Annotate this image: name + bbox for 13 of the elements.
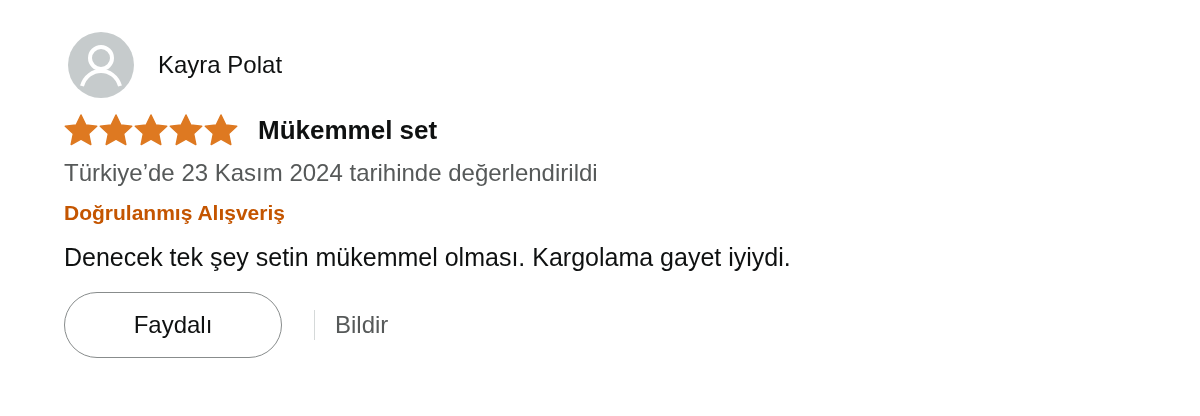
avatar-icon (68, 32, 134, 98)
verified-purchase-label: Doğrulanmış Alışveriş (64, 201, 286, 225)
reviewer-name: Kayra Polat (158, 51, 283, 79)
star-icon (169, 114, 203, 146)
review-title: Mükemmel set (258, 114, 438, 146)
review-text: Denecek tek şey setin mükemmel olması. Kargolama gayet iyiydi. (64, 243, 792, 272)
helpful-button[interactable]: Faydalı (64, 292, 282, 358)
star-icon (64, 114, 98, 146)
star-icon (134, 114, 168, 146)
report-link[interactable]: Bildir (335, 311, 389, 339)
star-icon (99, 114, 133, 146)
review-date: Türkiye’de 23 Kasım 2024 tarihinde değerlendirildi (64, 159, 599, 187)
star-icon (204, 114, 238, 146)
